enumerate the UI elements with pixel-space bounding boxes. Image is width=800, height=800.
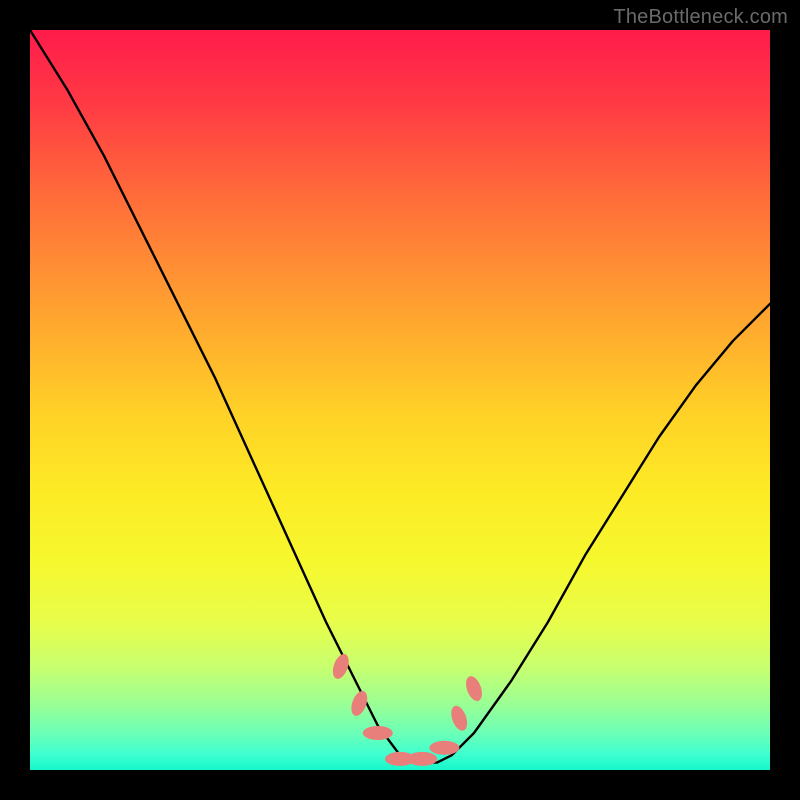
watermark-text: TheBottleneck.com	[613, 6, 788, 29]
highlight-marker	[463, 674, 485, 703]
chart-svg	[30, 30, 770, 770]
highlight-marker	[448, 704, 470, 733]
highlight-marker	[363, 726, 393, 740]
bottleneck-curve	[30, 30, 770, 763]
highlight-marker	[407, 752, 437, 766]
plot-area	[30, 30, 770, 770]
chart-frame: TheBottleneck.com	[0, 0, 800, 800]
highlight-markers	[330, 652, 485, 766]
highlight-marker	[429, 741, 459, 755]
